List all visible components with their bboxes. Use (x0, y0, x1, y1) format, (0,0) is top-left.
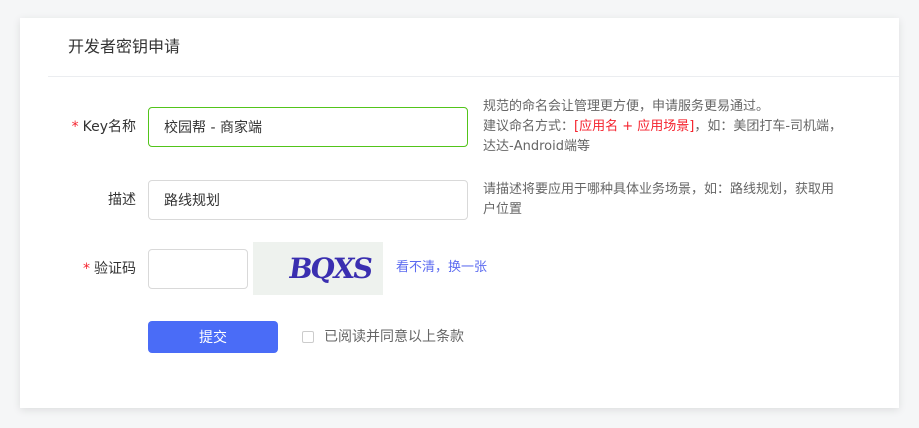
required-mark: * (71, 119, 79, 135)
description-label: 描述 (0, 190, 136, 210)
key-name-label-text: Key名称 (82, 119, 136, 135)
captcha-input[interactable] (148, 249, 248, 289)
agree-checkbox[interactable] (302, 331, 314, 343)
description-input[interactable] (148, 180, 468, 220)
required-mark: * (83, 261, 90, 277)
key-name-hint-prefix: 建议命名方式： (483, 119, 575, 134)
captcha-image-text: BQXS (286, 252, 374, 285)
card-header: 开发者密钥申请 (48, 18, 899, 77)
agree-terms-label: 已阅读并同意以上条款 (324, 329, 464, 345)
key-name-input[interactable] (148, 107, 468, 147)
key-name-hint: 规范的命名会让管理更方便，申请服务更易通过。 建议命名方式：[应用名 + 应用场… (483, 97, 845, 157)
description-hint: 请描述将要应用于哪种具体业务场景，如：路线规划，获取用户位置 (483, 182, 835, 217)
captcha-label: * 验证码 (0, 259, 136, 279)
refresh-captcha-link[interactable]: 看不清，换一张 (396, 258, 487, 278)
key-name-hint-line1: 规范的命名会让管理更方便，申请服务更易通过。 (483, 99, 770, 114)
key-name-hint-pattern: [应用名 + 应用场景] (574, 119, 695, 134)
description-label-text: 描述 (108, 192, 136, 208)
captcha-label-text: 验证码 (94, 261, 136, 277)
agree-terms[interactable]: 已阅读并同意以上条款 (302, 327, 464, 347)
submit-button[interactable]: 提交 (148, 321, 278, 353)
captcha-image[interactable]: BQXS (253, 242, 383, 295)
key-name-label: * Key名称 (0, 117, 136, 137)
page-title: 开发者密钥申请 (68, 37, 181, 56)
